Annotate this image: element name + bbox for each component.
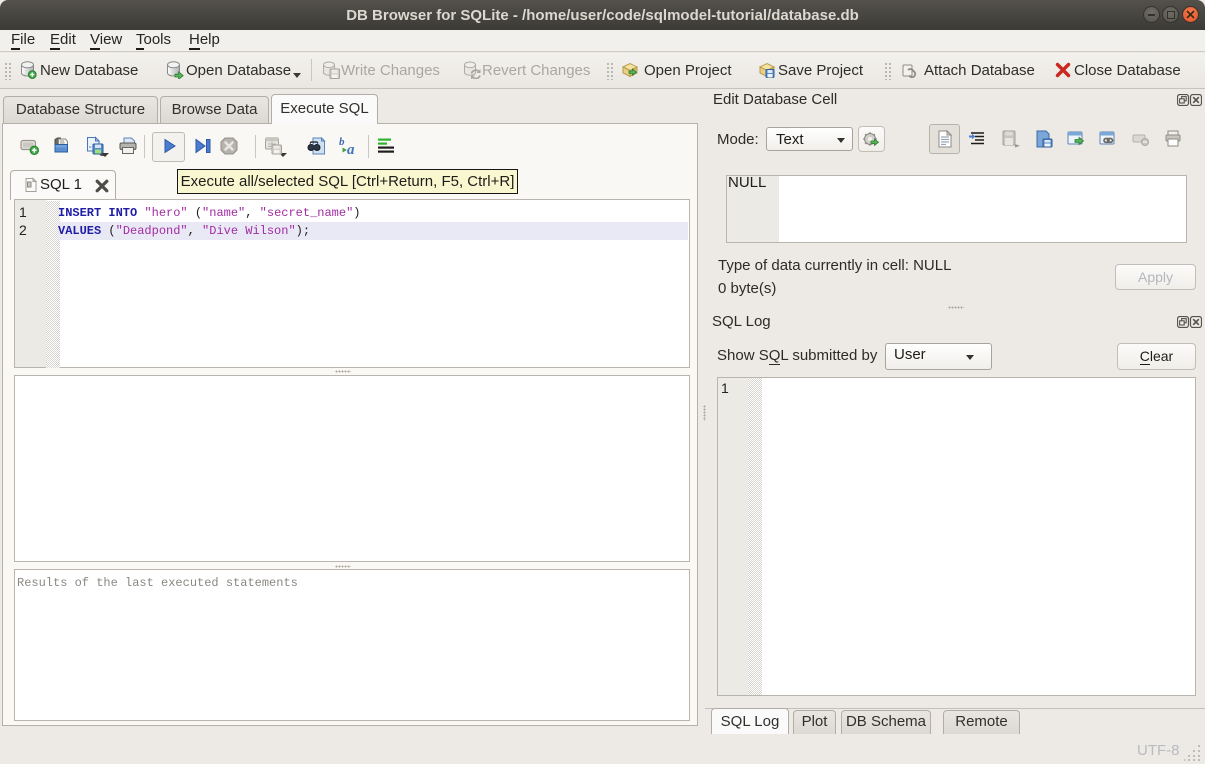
svg-text:a: a — [347, 142, 355, 156]
svg-text:b: b — [339, 136, 345, 148]
